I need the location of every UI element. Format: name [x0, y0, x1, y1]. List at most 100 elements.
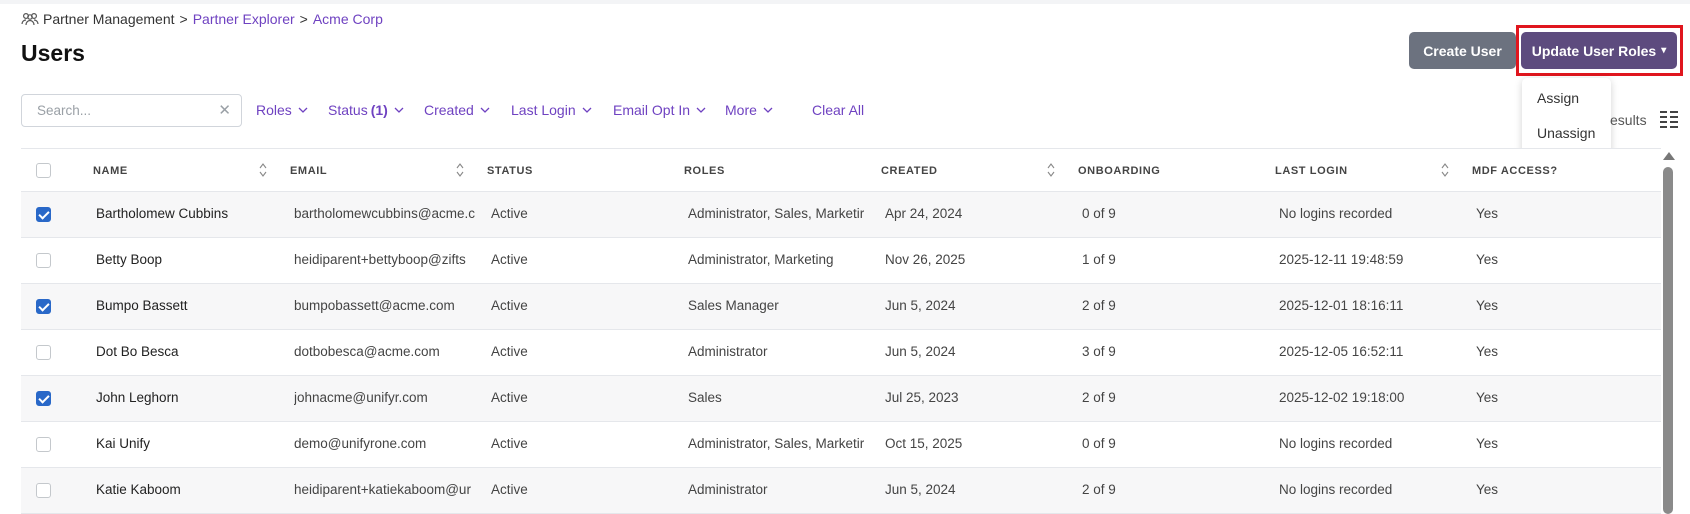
- column-header-roles: ROLES: [684, 165, 725, 177]
- cell-last-login: No logins recorded: [1279, 206, 1393, 221]
- cell-onboarding: 2 of 9: [1082, 298, 1116, 313]
- cell-created: Apr 24, 2024: [885, 206, 963, 221]
- chevron-down-icon: [696, 107, 706, 113]
- menu-item-assign[interactable]: Assign: [1537, 90, 1579, 106]
- cell-created: Jul 25, 2023: [885, 390, 959, 405]
- cell-status: Active: [491, 252, 528, 267]
- table-row[interactable]: Betty Boop heidiparent+bettyboop@zifts Act…: [21, 238, 1661, 284]
- table-row[interactable]: Bumpo Bassett bumpobassett@acme.com Active…: [21, 284, 1661, 330]
- filter-created[interactable]: Created: [424, 102, 490, 118]
- clear-all-link[interactable]: Clear All: [812, 102, 864, 118]
- filter-status[interactable]: Status (1): [328, 102, 404, 118]
- table-row[interactable]: Bartholomew Cubbins bartholomewcubbins@ac…: [21, 192, 1661, 238]
- close-icon[interactable]: ✕: [218, 101, 231, 119]
- breadcrumb-separator: >: [179, 11, 188, 27]
- chevron-down-icon: [298, 107, 308, 113]
- cell-name[interactable]: John Leghorn: [96, 390, 179, 405]
- breadcrumb: Partner Management > Partner Explorer > …: [21, 11, 383, 27]
- row-checkbox[interactable]: [36, 299, 51, 314]
- cell-name[interactable]: Kai Unify: [96, 436, 150, 451]
- sort-icon[interactable]: [1047, 162, 1055, 178]
- filter-more-label: More: [725, 102, 757, 118]
- sort-icon[interactable]: [1441, 162, 1449, 178]
- cell-name[interactable]: Katie Kaboom: [96, 482, 181, 497]
- column-header-last-login[interactable]: LAST LOGIN: [1275, 165, 1348, 177]
- people-icon: [21, 12, 39, 26]
- select-all-checkbox[interactable]: [36, 163, 51, 178]
- breadcrumb-root: Partner Management: [43, 11, 175, 27]
- row-checkbox[interactable]: [36, 253, 51, 268]
- filter-email-opt-in[interactable]: Email Opt In: [613, 102, 706, 118]
- column-header-created[interactable]: CREATED: [881, 165, 938, 177]
- cell-onboarding: 1 of 9: [1082, 252, 1116, 267]
- cell-roles: Administrator, Sales, Marketir: [688, 436, 865, 451]
- cell-created: Jun 5, 2024: [885, 482, 956, 497]
- cell-name[interactable]: Betty Boop: [96, 252, 162, 267]
- table-row[interactable]: Kai Unify demo@unifyrone.com Active Adminis…: [21, 422, 1661, 468]
- row-checkbox[interactable]: [36, 391, 51, 406]
- table-row[interactable]: Katie Kaboom heidiparent+katiekaboom@ur Ac…: [21, 468, 1661, 514]
- column-header-email[interactable]: EMAIL: [290, 165, 327, 177]
- cell-status: Active: [491, 344, 528, 359]
- search-input[interactable]: [22, 95, 212, 126]
- filter-email-opt-in-label: Email Opt In: [613, 102, 691, 118]
- cell-email: heidiparent+bettyboop@zifts: [294, 252, 466, 267]
- row-checkbox[interactable]: [36, 207, 51, 222]
- cell-email: dotbobesca@acme.com: [294, 344, 440, 359]
- vertical-scrollbar[interactable]: [1661, 152, 1675, 514]
- scrollbar-thumb[interactable]: [1663, 167, 1673, 514]
- breadcrumb-acme-corp[interactable]: Acme Corp: [313, 11, 383, 27]
- table-row[interactable]: John Leghorn johnacme@unifyr.com Active Sal…: [21, 376, 1661, 422]
- filter-last-login-label: Last Login: [511, 102, 576, 118]
- cell-roles: Administrator, Marketing: [688, 252, 834, 267]
- highlight-box: [1516, 25, 1683, 76]
- cell-roles: Administrator: [688, 344, 768, 359]
- cell-onboarding: 2 of 9: [1082, 482, 1116, 497]
- column-header-onboarding: ONBOARDING: [1078, 165, 1161, 177]
- cell-roles: Sales: [688, 390, 722, 405]
- filter-roles[interactable]: Roles: [256, 102, 308, 118]
- column-header-name[interactable]: NAME: [93, 165, 128, 177]
- row-checkbox[interactable]: [36, 345, 51, 360]
- cell-email: demo@unifyrone.com: [294, 436, 427, 451]
- table-row[interactable]: Dot Bo Besca dotbobesca@acme.com Active Adm…: [21, 330, 1661, 376]
- sort-icon[interactable]: [456, 162, 464, 178]
- cell-mdf-access: Yes: [1476, 298, 1499, 313]
- cell-mdf-access: Yes: [1476, 344, 1499, 359]
- column-header-mdf-access: MDF ACCESS?: [1472, 165, 1558, 177]
- menu-item-unassign[interactable]: Unassign: [1537, 125, 1595, 141]
- cell-name[interactable]: Bartholomew Cubbins: [96, 206, 228, 221]
- create-user-label: Create User: [1423, 42, 1502, 59]
- cell-mdf-access: Yes: [1476, 390, 1499, 405]
- cell-roles: Administrator: [688, 482, 768, 497]
- breadcrumb-partner-explorer[interactable]: Partner Explorer: [193, 11, 295, 27]
- cell-mdf-access: Yes: [1476, 436, 1499, 451]
- cell-status: Active: [491, 298, 528, 313]
- create-user-button[interactable]: Create User: [1409, 32, 1516, 69]
- cell-name[interactable]: Dot Bo Besca: [96, 344, 179, 359]
- filter-created-label: Created: [424, 102, 474, 118]
- cell-roles: Administrator, Sales, Marketir: [688, 206, 865, 221]
- cell-name[interactable]: Bumpo Bassett: [96, 298, 188, 313]
- cell-onboarding: 0 of 9: [1082, 436, 1116, 451]
- cell-roles: Sales Manager: [688, 298, 779, 313]
- filter-status-count: (1): [370, 102, 388, 118]
- cell-email: bartholomewcubbins@acme.c: [294, 206, 476, 221]
- cell-created: Jun 5, 2024: [885, 298, 956, 313]
- column-layout-icon[interactable]: [1660, 111, 1678, 128]
- cell-last-login: No logins recorded: [1279, 482, 1393, 497]
- cell-status: Active: [491, 390, 528, 405]
- cell-last-login: 2025-12-05 16:52:11: [1279, 344, 1404, 359]
- cell-last-login: No logins recorded: [1279, 436, 1393, 451]
- filter-last-login[interactable]: Last Login: [511, 102, 592, 118]
- filter-more[interactable]: More: [725, 102, 773, 118]
- chevron-down-icon: [582, 107, 592, 113]
- cell-status: Active: [491, 482, 528, 497]
- scroll-up-arrow-icon[interactable]: [1663, 152, 1675, 160]
- cell-created: Jun 5, 2024: [885, 344, 956, 359]
- row-checkbox[interactable]: [36, 483, 51, 498]
- filter-roles-label: Roles: [256, 102, 292, 118]
- row-checkbox[interactable]: [36, 437, 51, 452]
- chevron-down-icon: [763, 107, 773, 113]
- sort-icon[interactable]: [259, 162, 267, 178]
